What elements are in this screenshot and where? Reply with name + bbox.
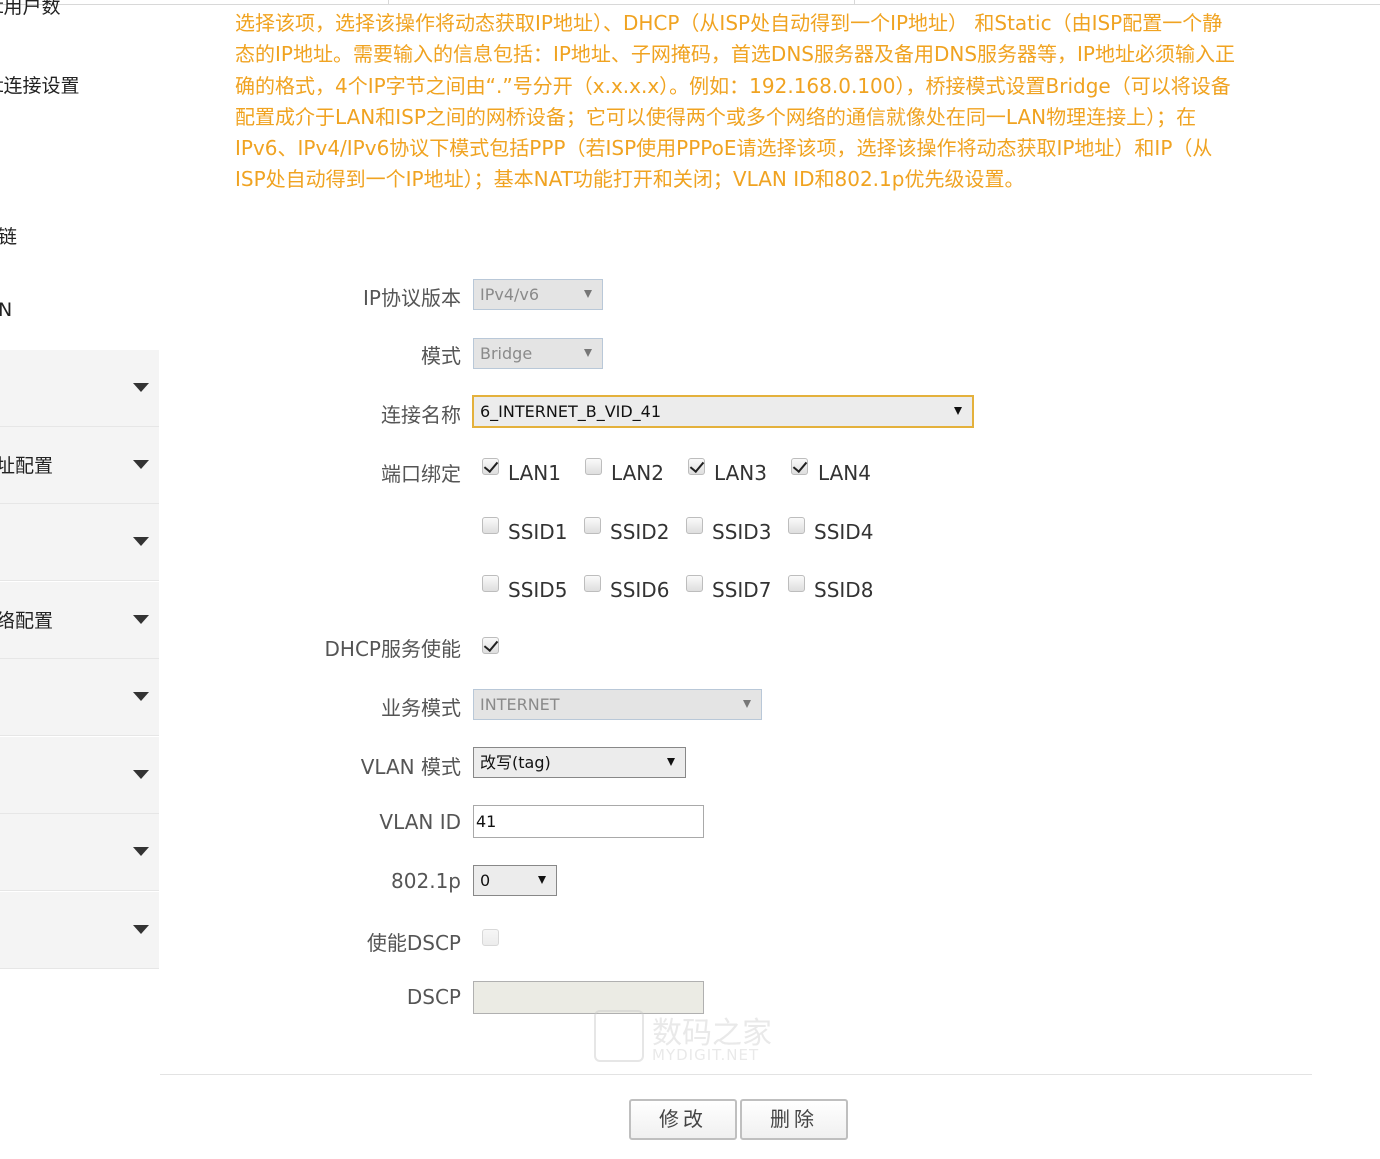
port-lan4-checkbox[interactable] xyxy=(791,458,808,475)
vlan-mode-value: 改写(tag) xyxy=(480,753,551,772)
service-mode-select: INTERNET xyxy=(473,689,762,720)
dropdown-arrow-icon xyxy=(954,407,962,415)
port-ssid4-checkbox[interactable] xyxy=(788,517,805,534)
vlan-mode-label: VLAN 模式 xyxy=(360,755,461,779)
sidebar-item-user-count[interactable]: t用户数 xyxy=(0,0,159,22)
vlan-id-input[interactable]: 41 xyxy=(473,805,704,838)
top-tab-divider xyxy=(388,0,389,5)
caret-down-icon xyxy=(133,770,149,779)
service-mode-label: 业务模式 xyxy=(381,696,461,720)
caret-down-icon xyxy=(133,847,149,856)
dropdown-arrow-icon xyxy=(538,876,546,884)
sidebar-item-3[interactable]: l xyxy=(0,146,159,176)
dhcp-checkbox[interactable] xyxy=(482,637,499,654)
caret-down-icon xyxy=(133,537,149,546)
top-border xyxy=(0,4,1380,5)
top-tab-divider xyxy=(854,0,855,5)
caret-down-icon xyxy=(133,615,149,624)
dscp-enable-checkbox xyxy=(482,929,499,946)
ip-version-select: IPv4/v6 xyxy=(473,279,603,310)
ip-version-label: IP协议版本 xyxy=(363,286,461,310)
port-lan2-label: LAN2 xyxy=(611,461,664,485)
sidebar-item-connection-settings[interactable]: t连接设置 xyxy=(0,71,159,101)
dscp-enable-label: 使能DSCP xyxy=(366,931,461,955)
dropdown-arrow-icon xyxy=(743,700,751,708)
sidebar-group-network-config[interactable]: 络配置 xyxy=(0,582,159,659)
sidebar-group-label: 址配置 xyxy=(0,455,54,477)
service-mode-value: INTERNET xyxy=(480,695,560,714)
port-lan1-checkbox[interactable] xyxy=(482,458,499,475)
port-ssid6-label: SSID6 xyxy=(610,578,670,602)
dropdown-arrow-icon xyxy=(584,349,592,357)
vlan-mode-select[interactable]: 改写(tag) xyxy=(473,747,686,778)
sidebar-item-label: 链 xyxy=(0,226,18,248)
sidebar-group-1[interactable] xyxy=(0,350,159,427)
port-ssid3-label: SSID3 xyxy=(712,520,772,544)
sidebar-group-6[interactable] xyxy=(0,737,159,814)
dscp-label: DSCP xyxy=(406,985,461,1009)
ip-version-value: IPv4/v6 xyxy=(480,285,540,304)
caret-down-icon xyxy=(133,460,149,469)
modify-button[interactable]: 修改 xyxy=(629,1099,737,1140)
sidebar-item-5[interactable]: N xyxy=(0,299,159,329)
sidebar-group-address-config[interactable]: 址配置 xyxy=(0,427,159,504)
port-ssid5-label: SSID5 xyxy=(508,578,568,602)
port-lan3-checkbox[interactable] xyxy=(688,458,705,475)
port-ssid2-label: SSID2 xyxy=(610,520,670,544)
connection-name-label: 连接名称 xyxy=(381,403,461,427)
house-icon xyxy=(594,1010,644,1062)
vlan-id-label: VLAN ID xyxy=(379,810,461,834)
sidebar-item-label: t连接设置 xyxy=(0,75,80,97)
connection-name-select[interactable]: 6_INTERNET_B_VID_41 xyxy=(472,395,974,428)
sidebar-group-5[interactable] xyxy=(0,659,159,736)
port-binding-label: 端口绑定 xyxy=(381,462,461,486)
port-ssid4-label: SSID4 xyxy=(814,520,874,544)
sidebar-group-7[interactable] xyxy=(0,814,159,891)
sidebar-group-3[interactable] xyxy=(0,504,159,581)
sidebar-group-8[interactable] xyxy=(0,892,159,969)
port-ssid1-checkbox[interactable] xyxy=(482,517,499,534)
mode-select: Bridge xyxy=(473,338,603,369)
watermark-subtitle: MYDIGIT.NET xyxy=(652,1046,760,1064)
mode-value: Bridge xyxy=(480,344,533,363)
port-lan1-label: LAN1 xyxy=(508,461,561,485)
priority-label: 802.1p xyxy=(391,869,461,893)
port-ssid8-checkbox[interactable] xyxy=(788,575,805,592)
port-lan2-checkbox[interactable] xyxy=(585,458,602,475)
dhcp-label: DHCP服务使能 xyxy=(324,637,461,661)
help-description: 选择该项，选择该操作将动态获取IP地址）、DHCP（从ISP处自动得到一个IP地… xyxy=(235,11,1235,192)
sidebar-item-label: t用户数 xyxy=(0,0,61,18)
port-ssid8-label: SSID8 xyxy=(814,578,874,602)
caret-down-icon xyxy=(133,692,149,701)
delete-button[interactable]: 删除 xyxy=(740,1099,848,1140)
sidebar: t用户数 t连接设置 l 链 N 址配置 络配置 xyxy=(0,0,159,970)
priority-value: 0 xyxy=(480,871,491,890)
sidebar-item-label: N xyxy=(0,299,13,321)
caret-down-icon xyxy=(133,383,149,392)
priority-select[interactable]: 0 xyxy=(473,865,557,896)
port-ssid6-checkbox[interactable] xyxy=(584,575,601,592)
sidebar-group-label: 络配置 xyxy=(0,610,54,632)
caret-down-icon xyxy=(133,925,149,934)
port-ssid5-checkbox[interactable] xyxy=(482,575,499,592)
dropdown-arrow-icon xyxy=(667,758,675,766)
port-lan4-label: LAN4 xyxy=(818,461,871,485)
sidebar-item-4[interactable]: 链 xyxy=(0,222,159,252)
port-lan3-label: LAN3 xyxy=(714,461,767,485)
port-ssid7-checkbox[interactable] xyxy=(686,575,703,592)
port-ssid2-checkbox[interactable] xyxy=(584,517,601,534)
port-ssid7-label: SSID7 xyxy=(712,578,772,602)
dropdown-arrow-icon xyxy=(584,290,592,298)
port-ssid3-checkbox[interactable] xyxy=(686,517,703,534)
port-ssid1-label: SSID1 xyxy=(508,520,568,544)
divider xyxy=(160,1074,1312,1075)
mode-label: 模式 xyxy=(421,344,461,368)
connection-name-value: 6_INTERNET_B_VID_41 xyxy=(480,402,662,421)
